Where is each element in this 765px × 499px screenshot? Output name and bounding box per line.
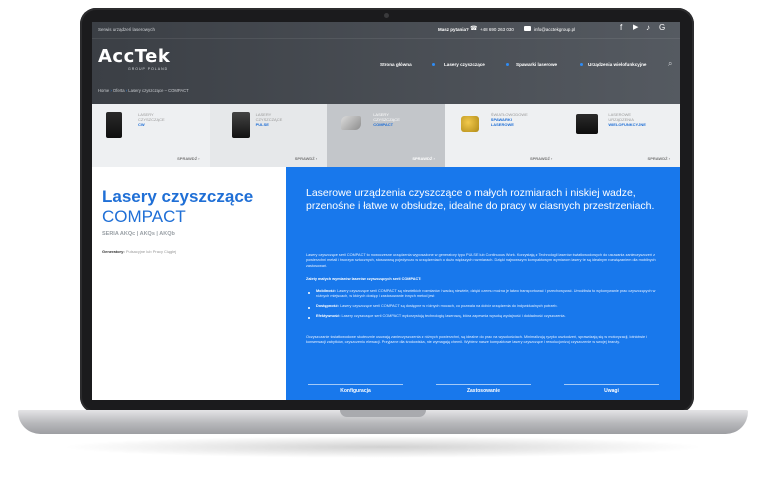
- closing-paragraph: Oczyszczanie światłowodowe skutecznie us…: [306, 335, 648, 345]
- description-panel: Laserowe urządzenia czyszczące o małych …: [286, 167, 680, 400]
- breadcrumb-offer[interactable]: Oferta: [113, 88, 125, 93]
- welder-image: [460, 116, 479, 132]
- advantages-heading: Zalety małych wymiarów laserów czyszcząc…: [306, 277, 422, 281]
- breadcrumb-home[interactable]: Home: [98, 88, 109, 93]
- card-cta[interactable]: SPRAWDŹ ›: [530, 156, 552, 161]
- search-icon[interactable]: ⌕: [668, 59, 672, 69]
- lead-text: Laserowe urządzenia czyszczące o małych …: [306, 187, 655, 212]
- acctek-logo[interactable]: AccTek: [98, 46, 170, 67]
- service-text[interactable]: Serwis urządzeń laserowych: [98, 27, 155, 32]
- laser-device-image: [106, 112, 122, 138]
- breadcrumb: Home › Oferta › Lasery czyszczące – COMP…: [98, 88, 189, 93]
- card-cw[interactable]: LASERY CZYSZCZĄCE CW SPRAWDŹ ›: [92, 104, 211, 167]
- tab-configuration[interactable]: Konfiguracja: [308, 384, 403, 400]
- facebook-icon[interactable]: f: [620, 23, 622, 32]
- card-welders[interactable]: ŚWIATŁOWODOWE SPAWARKI LASEROWE SPRAWDŹ ›: [444, 104, 564, 167]
- tab-applications[interactable]: Zastosowanie: [436, 384, 531, 400]
- nav-laser-welders[interactable]: Spawarki laserowe: [516, 62, 557, 67]
- breadcrumb-current: Lasery czyszczące – COMPACT: [128, 88, 189, 93]
- nav-dot: [506, 63, 509, 66]
- nav-dot: [432, 63, 435, 66]
- card-cta[interactable]: SPRAWDŹ ›: [648, 156, 670, 161]
- website-screen: Serwis urządzeń laserowych Masz pytania?…: [92, 22, 680, 400]
- google-icon[interactable]: G: [659, 23, 665, 32]
- card-cta[interactable]: SPRAWDŹ ›: [177, 156, 199, 161]
- card-cta[interactable]: SPRAWDŹ ›: [295, 156, 317, 161]
- multifunction-device-image: [576, 114, 599, 134]
- site-header: Serwis urządzeń laserowych Masz pytania?…: [92, 22, 680, 104]
- laptop-notch: [340, 410, 426, 417]
- bullet-availability: Dostępność: Lasery czyszczące serii COMP…: [316, 304, 558, 308]
- nav-dot: [580, 63, 583, 66]
- question-text: Masz pytania?: [438, 27, 469, 32]
- logo-subtitle: GROUP POLAND: [128, 67, 169, 71]
- nav-cleaning-lasers[interactable]: Lasery czyszczące: [444, 62, 485, 67]
- nav-multifunction[interactable]: Urządzenia wielofunkcyjne: [588, 62, 646, 67]
- laptop-shadow: [60, 436, 705, 458]
- youtube-icon[interactable]: ▶: [633, 23, 638, 31]
- card-compact[interactable]: LASERY CZYSZCZĄCE COMPACT SPRAWDŹ ›: [327, 104, 446, 167]
- laser-gun-image: [341, 116, 362, 130]
- bullet-dot: [308, 317, 310, 319]
- product-tabs: Konfiguracja Zastosowanie Uwagi: [286, 384, 680, 400]
- bullet-mobility: Mobilność: Lasery czyszczące serii COMPA…: [316, 289, 656, 299]
- tab-notes[interactable]: Uwagi: [564, 384, 659, 400]
- product-title: Lasery czyszczące: [102, 187, 254, 206]
- card-multifunction[interactable]: LASEROWE URZĄDZENIA WIELOFUNKCYJNE SPRAWDŹ…: [562, 104, 680, 167]
- laser-device-image: [231, 112, 250, 138]
- bullet-dot: [308, 307, 310, 309]
- product-title-panel: Lasery czyszczące COMPACT SERIA AKQc | A…: [92, 167, 286, 400]
- phone-icon: ☎: [470, 26, 478, 32]
- bullet-dot: [308, 292, 310, 294]
- generators-info: Generatory: Pulsacyjne lub Pracy Ciągłej: [102, 249, 177, 254]
- mail-icon: [524, 26, 531, 31]
- product-subtitle: COMPACT: [102, 207, 186, 226]
- phone-number[interactable]: +48 690 263 030: [480, 27, 514, 32]
- nav-home[interactable]: Strona główna: [380, 62, 412, 67]
- series-label: SERIA AKQc | AKQs | AKQb: [102, 231, 175, 237]
- tiktok-icon[interactable]: ♪: [646, 23, 650, 32]
- webcam: [384, 13, 389, 18]
- card-cta[interactable]: SPRAWDŹ ›: [412, 156, 434, 161]
- top-bar: Serwis urządzeń laserowych Masz pytania?…: [92, 22, 680, 39]
- product-cards: LASERY CZYSZCZĄCE CW SPRAWDŹ › LASERY CZYSZ…: [92, 104, 680, 167]
- intro-paragraph: Lasery czyszczące serii COMPACT to nowoc…: [306, 253, 656, 268]
- card-pulse[interactable]: LASERY CZYSZCZĄCE PULSE SPRAWDŹ ›: [209, 104, 329, 167]
- bullet-efficiency: Efektywność: Lasery czyszczące serii COM…: [316, 314, 566, 318]
- email-link[interactable]: info@acctekgroup.pl: [534, 27, 575, 32]
